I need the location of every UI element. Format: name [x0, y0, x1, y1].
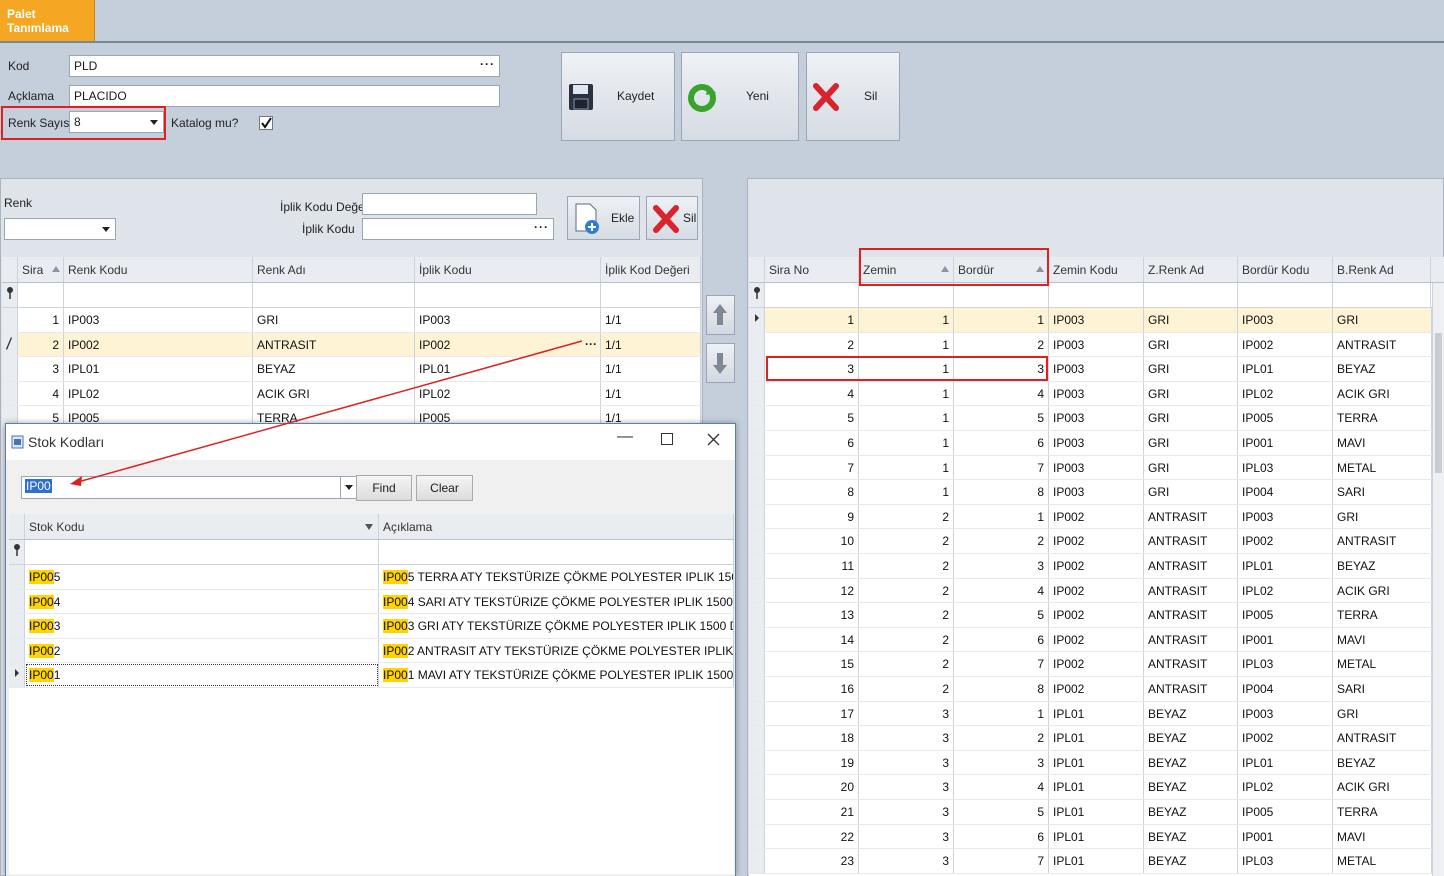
annotation-arrow: [70, 340, 583, 486]
